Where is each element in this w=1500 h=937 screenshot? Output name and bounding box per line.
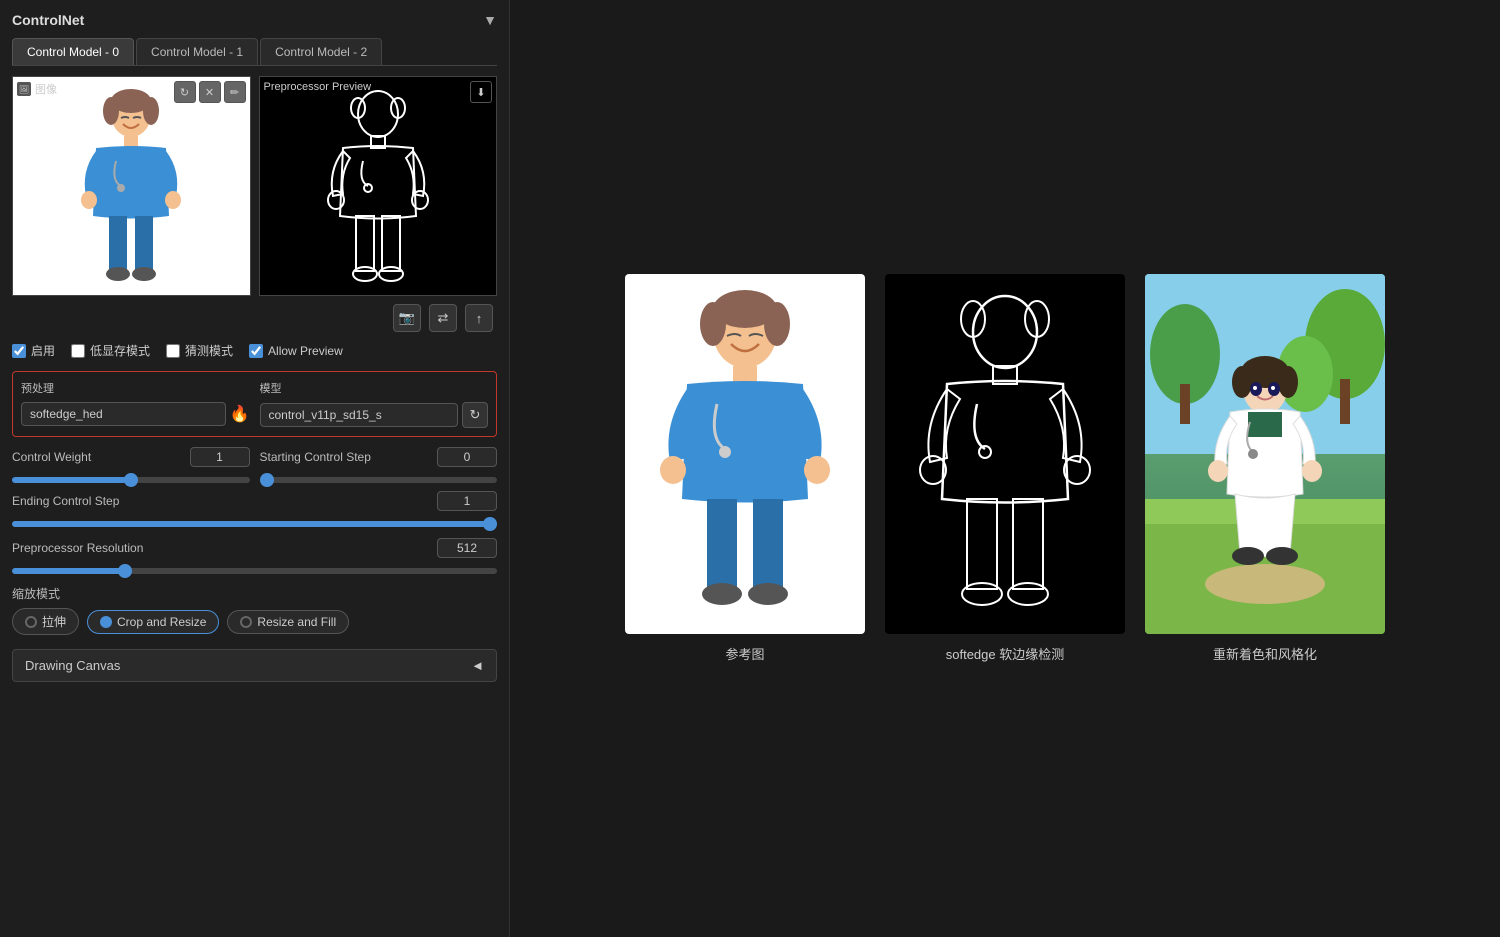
reference-nurse-svg — [645, 284, 845, 624]
low-vram-checkbox[interactable]: 低显存模式 — [71, 342, 150, 359]
anime-bg-svg — [1145, 274, 1385, 634]
enable-checkbox[interactable]: 启用 — [12, 342, 55, 359]
ending-step-value[interactable] — [437, 491, 497, 511]
model-section: 模型 control_v11p_sd15_s ↻ — [260, 380, 489, 428]
softedge-output-image — [885, 274, 1125, 634]
control-weight-block: Control Weight — [12, 447, 250, 483]
model-select[interactable]: control_v11p_sd15_s — [260, 403, 459, 427]
panel-header: ControlNet ▼ — [12, 12, 497, 28]
refresh-model-button[interactable]: ↻ — [462, 402, 488, 428]
low-vram-checkbox-input[interactable] — [71, 344, 85, 358]
preview-image-controls: ⬇ — [470, 81, 492, 103]
allow-preview-checkbox-input[interactable] — [249, 344, 263, 358]
fire-icon: 🔥 — [230, 404, 250, 424]
preprocessor-model-row: 预处理 softedge_hed 🔥 模型 control_v11p_sd15_… — [12, 371, 497, 437]
image-row: 🖼 图像 ↻ ✕ ✏ — [12, 76, 497, 296]
preprocessor-resolution-value[interactable] — [437, 538, 497, 558]
zoom-crop-resize-option[interactable]: Crop and Resize — [87, 610, 219, 634]
source-nurse-image — [13, 77, 250, 295]
weight-start-sliders: Control Weight Starting Control Step — [12, 447, 497, 483]
model-select-row: control_v11p_sd15_s ↻ — [260, 402, 489, 428]
panel-title: ControlNet — [12, 12, 84, 28]
zoom-mode-radio-row: 拉伸 Crop and Resize Resize and Fill — [12, 608, 497, 635]
source-image-controls: ↻ ✕ ✏ — [174, 81, 246, 103]
outline-figure-svg — [318, 86, 438, 286]
softedge-nurse-svg — [905, 284, 1105, 624]
control-weight-slider[interactable] — [12, 477, 250, 483]
output-item-anime: 重新着色和风格化 — [1145, 274, 1385, 663]
zoom-resize-fill-option[interactable]: Resize and Fill — [227, 610, 349, 634]
preprocessor-select-row: softedge_hed 🔥 — [21, 402, 250, 426]
crop-resize-radio-dot — [100, 616, 112, 628]
download-preview-button[interactable]: ⬇ — [470, 81, 492, 103]
nurse-figure-svg — [71, 86, 191, 286]
checkbox-row: 启用 低显存模式 猜测模式 Allow Preview — [12, 342, 497, 359]
output-item-reference: 参考图 — [625, 274, 865, 663]
allow-preview-checkbox[interactable]: Allow Preview — [249, 344, 343, 358]
reference-bg — [625, 274, 865, 634]
swap-button[interactable]: ⇄ — [429, 304, 457, 332]
source-image-label: 🖼 图像 — [17, 81, 57, 97]
resize-fill-radio-dot — [240, 616, 252, 628]
preprocessor-preview-container: Preprocessor Preview ⬇ — [259, 76, 498, 296]
output-item-softedge: softedge 软边缘检测 — [885, 274, 1125, 663]
ending-step-section: Ending Control Step — [12, 491, 497, 530]
starting-step-slider[interactable] — [260, 477, 498, 483]
preview-label: Preprocessor Preview — [264, 81, 372, 93]
preprocessor-section: 预处理 softedge_hed 🔥 — [21, 380, 250, 428]
image-icon: 🖼 — [17, 82, 31, 96]
tab-control-model-0[interactable]: Control Model - 0 — [12, 38, 134, 65]
guess-mode-checkbox[interactable]: 猜测模式 — [166, 342, 233, 359]
preprocessor-preview-image — [260, 77, 497, 295]
preprocessor-resolution-slider[interactable] — [12, 568, 497, 574]
anime-bg — [1145, 274, 1385, 634]
anime-output-image — [1145, 274, 1385, 634]
starting-step-value[interactable] — [437, 447, 497, 467]
toolbar-row: 📷 ⇄ ↑ — [12, 304, 497, 332]
edit-source-button[interactable]: ✏ — [224, 81, 246, 103]
refresh-source-button[interactable]: ↻ — [174, 81, 196, 103]
tab-control-model-2[interactable]: Control Model - 2 — [260, 38, 382, 65]
stretch-radio-dot — [25, 616, 37, 628]
starting-step-block: Starting Control Step — [260, 447, 498, 483]
camera-button[interactable]: 📷 — [393, 304, 421, 332]
output-images: 参考图 — [625, 274, 1385, 663]
left-panel: ControlNet ▼ Control Model - 0 Control M… — [0, 0, 510, 937]
collapse-button[interactable]: ▼ — [483, 12, 497, 28]
drawing-canvas-row[interactable]: Drawing Canvas ◄ — [12, 649, 497, 682]
tabs-container: Control Model - 0 Control Model - 1 Cont… — [12, 38, 497, 66]
zoom-mode-section: 缩放模式 拉伸 Crop and Resize Resize and Fill — [12, 585, 497, 635]
control-weight-value[interactable] — [190, 447, 250, 467]
upload-button[interactable]: ↑ — [465, 304, 493, 332]
preprocessor-resolution-section: Preprocessor Resolution — [12, 538, 497, 577]
enable-checkbox-input[interactable] — [12, 344, 26, 358]
preprocessor-select[interactable]: softedge_hed — [21, 402, 226, 426]
right-panel: 参考图 — [510, 0, 1500, 937]
close-source-button[interactable]: ✕ — [199, 81, 221, 103]
reference-output-image — [625, 274, 865, 634]
guess-mode-checkbox-input[interactable] — [166, 344, 180, 358]
source-image-container: 🖼 图像 ↻ ✕ ✏ — [12, 76, 251, 296]
ending-step-slider[interactable] — [12, 521, 497, 527]
tab-control-model-1[interactable]: Control Model - 1 — [136, 38, 258, 65]
softedge-bg — [885, 274, 1125, 634]
zoom-stretch-option[interactable]: 拉伸 — [12, 608, 79, 635]
